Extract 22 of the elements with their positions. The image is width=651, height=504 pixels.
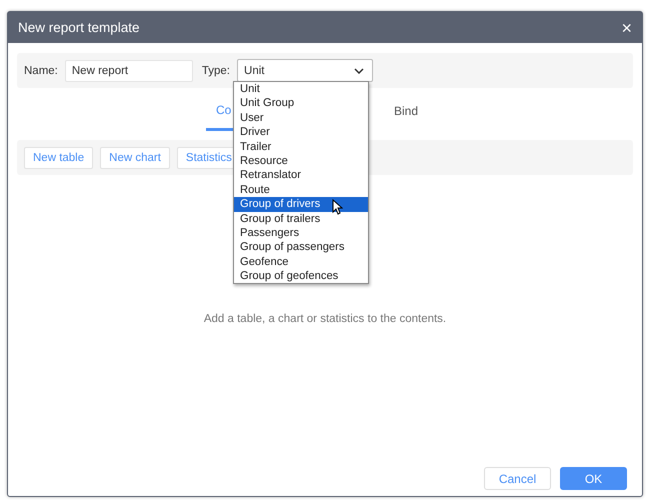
dropdown-option[interactable]: User [234, 110, 368, 126]
name-label: Name: [24, 64, 58, 76]
tab[interactable]: Bind [394, 91, 418, 131]
dropdown-option[interactable]: Group of geofences [234, 269, 368, 284]
chevron-down-icon [354, 68, 364, 74]
name-field[interactable]: New report [64, 60, 193, 82]
dropdown-option[interactable]: Group of drivers [234, 197, 368, 212]
type-label: Type: [202, 64, 230, 76]
dropdown-option[interactable]: Group of passengers [234, 240, 368, 255]
dropdown-option[interactable]: Passengers [234, 226, 368, 240]
dropdown-option[interactable]: Retranslator [234, 168, 368, 183]
dropdown-option[interactable]: Route [234, 182, 368, 198]
dropdown-option[interactable]: Unit Group [234, 96, 368, 111]
dropdown-option[interactable]: Unit [234, 82, 368, 96]
dropdown-option[interactable]: Geofence [234, 254, 368, 270]
close-button[interactable]: × [621, 18, 632, 36]
type-select[interactable]: Unit [237, 59, 374, 82]
empty-message: Add a table, a chart or statistics to the contents. [202, 313, 448, 325]
dialog-title: New report template [18, 20, 140, 35]
dropdown-option[interactable]: Driver [234, 125, 368, 140]
dropdown-option[interactable]: Group of trailers [234, 212, 368, 226]
cursor-icon [332, 199, 343, 216]
